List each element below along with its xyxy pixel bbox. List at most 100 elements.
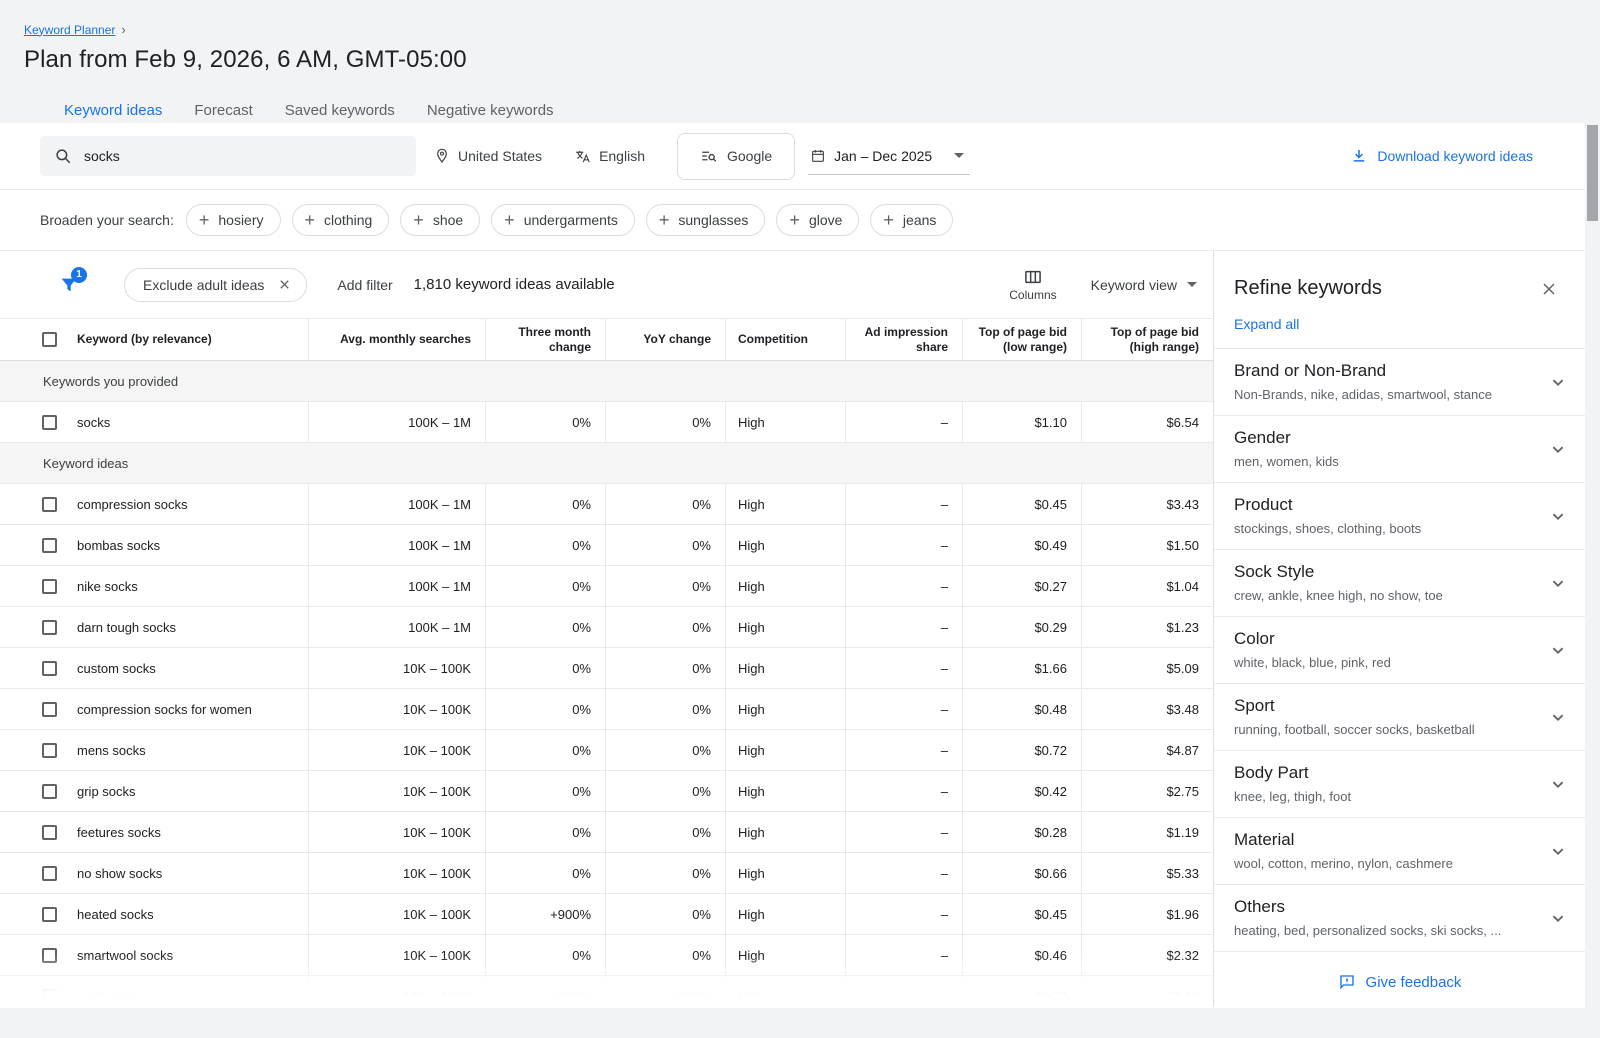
keyword-search-box[interactable] [40, 136, 416, 176]
table-row[interactable]: compression socks 100K – 1M 0% 0% High –… [0, 484, 1213, 525]
refine-section[interactable]: Color white, black, blue, pink, red [1214, 617, 1585, 684]
chevron-down-icon[interactable] [1547, 572, 1569, 594]
search-input[interactable] [84, 148, 384, 164]
plus-icon: + [199, 213, 210, 227]
chevron-down-icon[interactable] [1547, 371, 1569, 393]
date-range-selector[interactable]: Jan – Dec 2025 [808, 138, 970, 175]
give-feedback-button[interactable]: Give feedback [1214, 957, 1585, 1007]
row-checkbox[interactable] [42, 497, 57, 512]
ad-impression-share-cell: – [845, 402, 962, 442]
idea-rows: compression socks 100K – 1M 0% 0% High –… [0, 484, 1213, 1008]
refine-section[interactable]: Gender men, women, kids [1214, 416, 1585, 483]
refine-section[interactable]: Brand or Non-Brand Non-Brands, nike, adi… [1214, 349, 1585, 416]
ad-impression-share-cell: – [845, 853, 962, 893]
col-header-keyword[interactable]: Keyword (by relevance) [0, 319, 308, 360]
row-checkbox[interactable] [42, 907, 57, 922]
select-all-checkbox[interactable] [42, 332, 57, 347]
table-row[interactable]: grip socks 10K – 100K 0% 0% High – $0.42… [0, 771, 1213, 812]
refine-section[interactable]: Body Part knee, leg, thigh, foot [1214, 751, 1585, 818]
columns-button[interactable]: Columns [1009, 267, 1056, 302]
broaden-keyword-chip[interactable]: +jeans [870, 204, 953, 236]
avg-monthly-searches-cell: 10K – 100K [308, 730, 485, 770]
refine-section[interactable]: Product stockings, shoes, clothing, boot… [1214, 483, 1585, 550]
table-row[interactable]: bombas socks 100K – 1M 0% 0% High – $0.4… [0, 525, 1213, 566]
chevron-down-icon [1187, 282, 1197, 287]
row-checkbox[interactable] [42, 784, 57, 799]
refine-section[interactable]: Material wool, cotton, merino, nylon, ca… [1214, 818, 1585, 885]
table-row[interactable]: heated socks 10K – 100K +900% 0% High – … [0, 894, 1213, 935]
broaden-keyword-chip[interactable]: +undergarments [491, 204, 635, 236]
col-header-three-month-change[interactable]: Three month change [485, 319, 605, 360]
keyword-cell: nike socks [0, 566, 308, 606]
table-row[interactable]: mens socks 10K – 100K 0% 0% High – $0.72… [0, 730, 1213, 771]
chevron-down-icon[interactable] [1547, 706, 1569, 728]
col-header-ad-impression-share[interactable]: Ad impression share [845, 319, 962, 360]
active-filter-chip[interactable]: Exclude adult ideas [124, 268, 307, 302]
row-checkbox[interactable] [42, 415, 57, 430]
col-header-competition[interactable]: Competition [725, 319, 845, 360]
row-checkbox[interactable] [42, 661, 57, 676]
chevron-down-icon[interactable] [1547, 505, 1569, 527]
bid-high-cell: $5.33 [1081, 853, 1213, 893]
table-row[interactable]: wool socks 10K – 100K +900% +900% High –… [0, 976, 1213, 1008]
row-checkbox[interactable] [42, 620, 57, 635]
table-row[interactable]: smartwool socks 10K – 100K 0% 0% High – … [0, 935, 1213, 976]
expand-all-link[interactable]: Expand all [1214, 304, 1585, 349]
keyword-view-dropdown[interactable]: Keyword view [1091, 277, 1197, 293]
scrollbar-thumb[interactable] [1587, 125, 1598, 221]
col-header-yoy-change[interactable]: YoY change [605, 319, 725, 360]
language-setting[interactable]: English [574, 148, 645, 165]
breadcrumb-link[interactable]: Keyword Planner [24, 23, 115, 37]
table-row[interactable]: no show socks 10K – 100K 0% 0% High – $0… [0, 853, 1213, 894]
broaden-keyword-chip[interactable]: +clothing [292, 204, 390, 236]
row-checkbox[interactable] [42, 579, 57, 594]
location-setting[interactable]: United States [434, 148, 542, 164]
broaden-keyword-chip[interactable]: +hosiery [186, 204, 281, 236]
table-row[interactable]: nike socks 100K – 1M 0% 0% High – $0.27 … [0, 566, 1213, 607]
row-checkbox[interactable] [42, 866, 57, 881]
refine-section[interactable]: Sport running, football, soccer socks, b… [1214, 684, 1585, 751]
refine-section[interactable]: Others heating, bed, personalized socks,… [1214, 885, 1585, 952]
table-row[interactable]: custom socks 10K – 100K 0% 0% High – $1.… [0, 648, 1213, 689]
chevron-down-icon[interactable] [1547, 840, 1569, 862]
three-month-change-cell: 0% [485, 402, 605, 442]
close-icon[interactable] [277, 277, 292, 292]
row-checkbox[interactable] [42, 538, 57, 553]
refine-panel-close-button[interactable] [1539, 279, 1559, 299]
table-row[interactable]: feetures socks 10K – 100K 0% 0% High – $… [0, 812, 1213, 853]
table-row[interactable]: darn tough socks 100K – 1M 0% 0% High – … [0, 607, 1213, 648]
yoy-change-cell: 0% [605, 935, 725, 975]
col-header-avg-monthly-searches[interactable]: Avg. monthly searches [308, 319, 485, 360]
three-month-change-cell: +900% [485, 976, 605, 1008]
chevron-down-icon[interactable] [1547, 639, 1569, 661]
download-keyword-ideas-button[interactable]: Download keyword ideas [1350, 147, 1533, 165]
filter-count-badge: 1 [71, 267, 87, 283]
provided-rows: socks 100K – 1M 0% 0% High – $1.10 $6.54 [0, 402, 1213, 443]
row-checkbox[interactable] [42, 825, 57, 840]
col-header-top-of-page-bid-high[interactable]: Top of page bid (high range) [1081, 319, 1213, 360]
plus-icon: + [789, 213, 800, 227]
row-checkbox[interactable] [42, 702, 57, 717]
add-filter-button[interactable]: Add filter [337, 277, 392, 293]
table-row[interactable]: socks 100K – 1M 0% 0% High – $1.10 $6.54 [0, 402, 1213, 443]
ad-impression-share-cell: – [845, 648, 962, 688]
vertical-scrollbar[interactable] [1587, 123, 1598, 1038]
three-month-change-cell: +900% [485, 894, 605, 934]
bid-high-cell: $1.96 [1081, 894, 1213, 934]
chevron-down-icon[interactable] [1547, 773, 1569, 795]
filter-button[interactable]: 1 [58, 274, 80, 296]
col-header-top-of-page-bid-low[interactable]: Top of page bid (low range) [962, 319, 1081, 360]
chevron-down-icon[interactable] [1547, 907, 1569, 929]
table-row[interactable]: compression socks for women 10K – 100K 0… [0, 689, 1213, 730]
row-checkbox[interactable] [42, 948, 57, 963]
broaden-keyword-chip[interactable]: +shoe [400, 204, 480, 236]
refine-section[interactable]: Sock Style crew, ankle, knee high, no sh… [1214, 550, 1585, 617]
network-selector[interactable]: Google [677, 133, 795, 180]
broaden-keyword-chip[interactable]: +glove [776, 204, 859, 236]
row-checkbox[interactable] [42, 989, 57, 1004]
broaden-keyword-chip[interactable]: +sunglasses [646, 204, 766, 236]
keyword-table-area: 1 Exclude adult ideas Add filter 1,810 k… [0, 251, 1213, 1007]
yoy-change-cell: 0% [605, 894, 725, 934]
chevron-down-icon[interactable] [1547, 438, 1569, 460]
row-checkbox[interactable] [42, 743, 57, 758]
